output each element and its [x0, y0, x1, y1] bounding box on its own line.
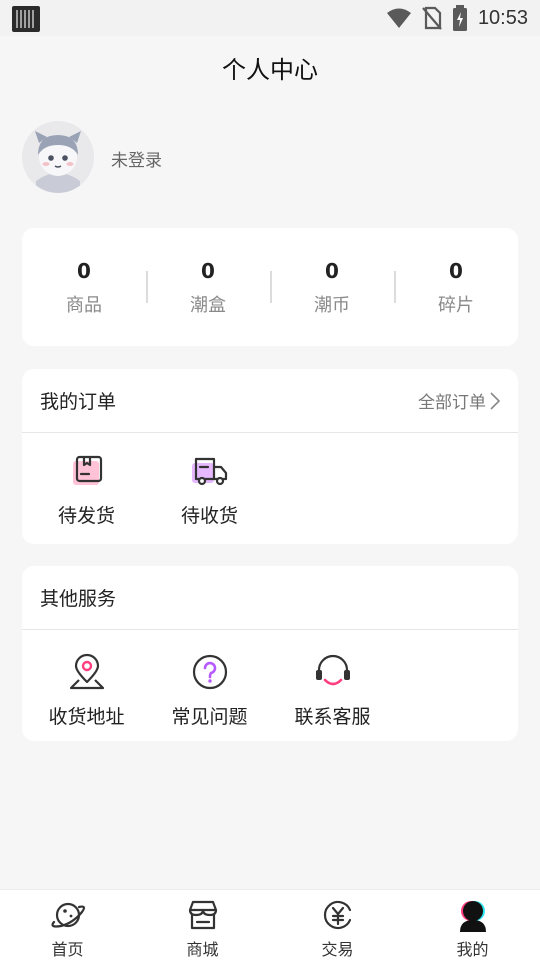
orders-title: 我的订单 — [40, 391, 117, 413]
yuan-coin-icon — [323, 900, 351, 930]
stat-goods[interactable]: 0 商品 — [22, 257, 146, 317]
tab-label: 商城 — [186, 940, 219, 959]
tab-mall[interactable]: 商城 — [135, 890, 270, 960]
item-label: 待收货 — [180, 505, 238, 527]
item-label: 待发货 — [57, 505, 115, 527]
box-icon — [72, 455, 102, 485]
bottom-tab-bar: 首页 商城 交易 我的 — [0, 889, 540, 960]
stat-value: 0 — [201, 259, 215, 283]
item-label: 常见问题 — [171, 706, 248, 728]
avatar-icon — [35, 131, 81, 193]
user-icon — [459, 901, 486, 932]
stat-value: 0 — [449, 259, 463, 283]
stat-label: 潮币 — [314, 295, 350, 316]
location-pin-icon — [69, 653, 104, 690]
battery-charging-icon — [452, 5, 467, 31]
service-customer-support[interactable]: 联系客服 — [271, 630, 394, 729]
tab-home[interactable]: 首页 — [0, 890, 135, 960]
login-status[interactable]: 未登录 — [111, 146, 162, 171]
tab-trade[interactable]: 交易 — [270, 890, 405, 960]
item-label: 联系客服 — [294, 706, 371, 728]
stat-label: 潮盒 — [190, 295, 226, 316]
orders-card: 我的订单 全部订单 待发货 待收货 — [22, 369, 518, 544]
tab-label: 首页 — [51, 940, 84, 959]
qr-icon — [12, 6, 40, 32]
chevron-right-icon — [490, 391, 500, 410]
question-circle-icon — [192, 654, 227, 690]
planet-icon — [50, 902, 85, 928]
page-title: 个人中心 — [222, 56, 318, 84]
truck-icon — [191, 457, 227, 486]
stat-value: 0 — [325, 259, 339, 283]
status-icons: 10:53 — [386, 4, 528, 32]
stat-value: 0 — [77, 259, 91, 283]
tab-label: 交易 — [321, 940, 354, 959]
status-time: 10:53 — [477, 6, 528, 29]
stat-boxes[interactable]: 0 潮盒 — [146, 257, 270, 317]
services-header: 其他服务 — [22, 566, 518, 630]
wifi-icon — [386, 8, 411, 28]
stat-coins[interactable]: 0 潮币 — [270, 257, 394, 317]
service-faq[interactable]: 常见问题 — [148, 630, 271, 729]
service-address[interactable]: 收货地址 — [25, 630, 148, 729]
orders-header: 我的订单 全部订单 — [22, 369, 518, 433]
item-label: 收货地址 — [48, 706, 125, 728]
no-sim-icon — [422, 6, 442, 30]
tab-label: 我的 — [456, 940, 489, 959]
status-bar: 10:53 — [0, 0, 540, 36]
store-icon — [188, 900, 217, 930]
stats-card: 0 商品 0 潮盒 0 潮币 0 碎片 — [22, 228, 518, 346]
avatar[interactable] — [22, 121, 94, 193]
stat-label: 碎片 — [438, 295, 474, 316]
order-pending-shipment[interactable]: 待发货 — [25, 433, 148, 528]
services-title: 其他服务 — [40, 588, 117, 610]
stat-label: 商品 — [66, 295, 102, 316]
services-card: 其他服务 收货地址 常见问题 联系客服 — [22, 566, 518, 741]
tab-mine[interactable]: 我的 — [405, 890, 540, 960]
all-orders-link[interactable]: 全部订单 — [418, 388, 500, 413]
all-orders-label: 全部订单 — [418, 393, 486, 413]
stat-fragments[interactable]: 0 碎片 — [394, 257, 518, 317]
order-pending-receipt[interactable]: 待收货 — [148, 433, 271, 528]
headset-icon — [315, 654, 350, 686]
